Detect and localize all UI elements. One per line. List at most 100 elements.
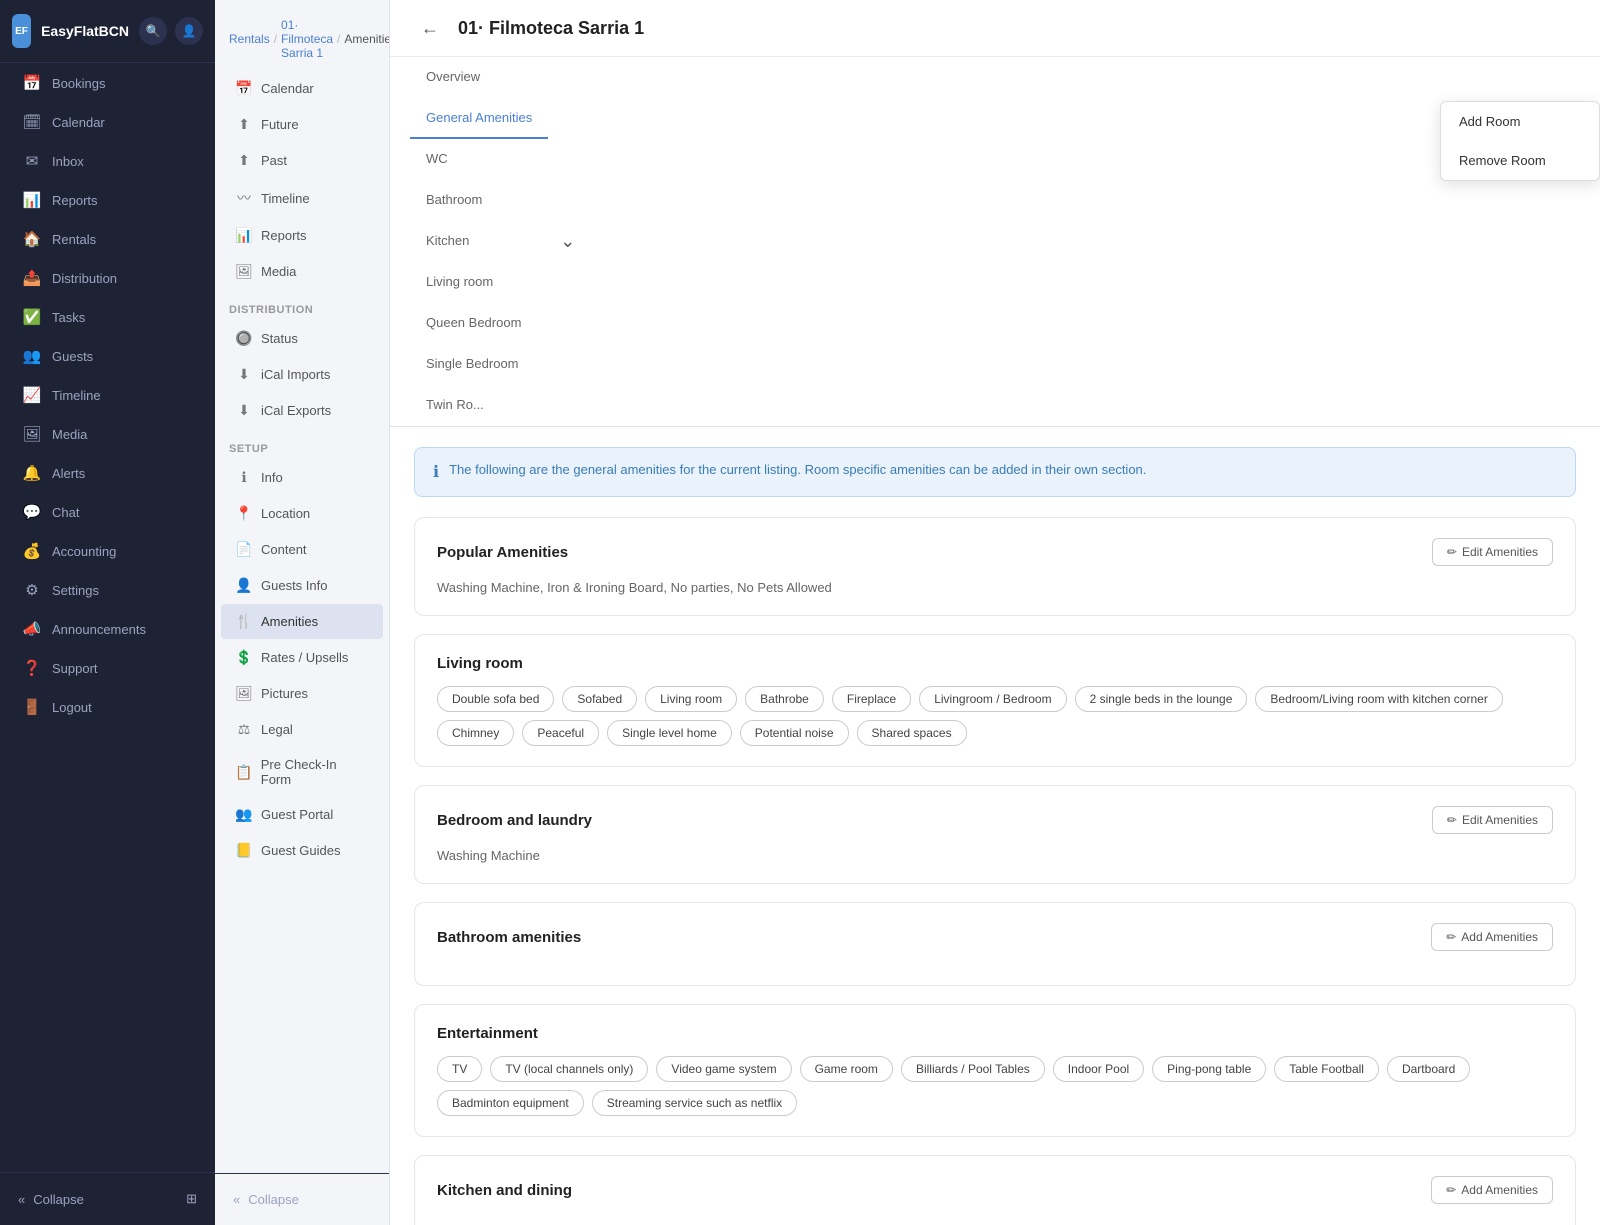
sidebar-label-logout: Logout [52, 700, 92, 715]
living-room-tags: Double sofa bedSofabedLiving roomBathrob… [437, 686, 1553, 746]
panel-label-ical-imports: iCal Imports [261, 367, 330, 382]
media-panel-icon: 🖼 [235, 263, 253, 280]
tab-overflow-button[interactable]: ⌄ [552, 223, 583, 260]
kitchen-dining-add-button[interactable]: ✏ Add Amenities [1431, 1176, 1553, 1204]
add-room-option[interactable]: Add Room [1441, 102, 1599, 141]
sidebar-item-tasks[interactable]: ✅Tasks [6, 298, 209, 336]
list-item: Ping-pong table [1152, 1056, 1266, 1082]
kitchen-dining-header: Kitchen and dining ✏ Add Amenities [437, 1176, 1553, 1204]
panel-item-location[interactable]: 📍Location [221, 496, 383, 531]
section-label-distribution: Distribution [215, 290, 389, 320]
pencil-icon-2: ✏ [1447, 813, 1457, 827]
list-item: Bedroom/Living room with kitchen corner [1255, 686, 1502, 712]
sidebar-item-logout[interactable]: 🚪Logout [6, 688, 209, 726]
sidebar-item-distribution[interactable]: 📤Distribution [6, 259, 209, 297]
calendar-panel-icon: 📅 [235, 80, 253, 97]
sidebar-item-settings[interactable]: ⚙Settings [6, 571, 209, 609]
guest-portal-panel-icon: 👥 [235, 806, 253, 823]
panel-item-info[interactable]: ℹInfo [221, 460, 383, 495]
tab-bathroom[interactable]: Bathroom [410, 180, 548, 221]
tab-twin-room[interactable]: Twin Ro... [410, 385, 548, 426]
entertainment-card: Entertainment TVTV (local channels only)… [414, 1004, 1576, 1137]
list-item: Indoor Pool [1053, 1056, 1144, 1082]
bedroom-laundry-edit-button[interactable]: ✏ Edit Amenities [1432, 806, 1553, 834]
panel-item-timeline[interactable]: 〰 Timeline [221, 179, 383, 217]
timeline-panel-icon: 〰 [235, 188, 253, 208]
sidebar-item-guests[interactable]: 👥Guests [6, 337, 209, 375]
sidebar-item-bookings[interactable]: 📅Bookings [6, 64, 209, 102]
list-item: Badminton equipment [437, 1090, 584, 1116]
sidebar-item-alerts[interactable]: 🔔Alerts [6, 454, 209, 492]
bedroom-laundry-value: Washing Machine [437, 848, 1553, 863]
remove-room-option[interactable]: Remove Room [1441, 141, 1599, 180]
sidebar-label-timeline: Timeline [52, 388, 101, 403]
sidebar-item-chat[interactable]: 💬Chat [6, 493, 209, 531]
tab-queen-bedroom[interactable]: Queen Bedroom [410, 303, 548, 344]
tab-single-bedroom[interactable]: Single Bedroom [410, 344, 548, 385]
sidebar-label-reports: Reports [52, 193, 98, 208]
search-icon[interactable]: 🔍 [139, 17, 167, 45]
panel-label-guest-portal: Guest Portal [261, 807, 333, 822]
panel-item-guest-guides[interactable]: 📒Guest Guides [221, 833, 383, 868]
panel-item-amenities[interactable]: 🍴Amenities [221, 604, 383, 639]
sidebar-item-media[interactable]: 🖼Media [6, 415, 209, 453]
tab-overview[interactable]: Overview [410, 57, 548, 98]
tab-general-amenities[interactable]: General Amenities [410, 98, 548, 139]
sidebar-item-announcements[interactable]: 📣Announcements [6, 610, 209, 648]
panel-item-content[interactable]: 📄Content [221, 532, 383, 567]
sidebar-label-announcements: Announcements [52, 622, 146, 637]
collapse-arrows-icon-2: « [233, 1192, 240, 1207]
second-panel-footer: « Collapse [215, 1173, 389, 1225]
sidebar-collapse-button[interactable]: « Collapse ⊞ [6, 1183, 209, 1215]
panel-item-pictures[interactable]: 🖼Pictures [221, 676, 383, 711]
panel-item-guest-portal[interactable]: 👥 Guest Portal [221, 797, 383, 832]
panel-item-past[interactable]: ⬆Past [221, 143, 383, 178]
sidebar-item-reports[interactable]: 📊Reports [6, 181, 209, 219]
bathroom-add-button[interactable]: ✏ Add Amenities [1431, 923, 1553, 951]
list-item: Table Football [1274, 1056, 1379, 1082]
sidebar-item-support[interactable]: ❓Support [6, 649, 209, 687]
main-content: ← 01· Filmoteca Sarria 1 OverviewGeneral… [390, 0, 1600, 1225]
list-item: Peaceful [522, 720, 599, 746]
past-panel-icon: ⬆ [235, 152, 253, 169]
panel-label-legal: Legal [261, 722, 293, 737]
inbox-icon: ✉ [22, 152, 42, 170]
sidebar-label-guests: Guests [52, 349, 93, 364]
section-label-setup: Setup [215, 429, 389, 459]
panel-item-pre-checkin[interactable]: 📋Pre Check-In Form [221, 748, 383, 796]
panel-item-legal[interactable]: ⚖Legal [221, 712, 383, 747]
panel-item-reports[interactable]: 📊Reports [221, 218, 383, 253]
entertainment-title: Entertainment [437, 1025, 538, 1042]
list-item: Video game system [656, 1056, 791, 1082]
breadcrumb-property[interactable]: 01· Filmoteca Sarria 1 [281, 18, 333, 60]
panel-item-ical-imports[interactable]: ⬇iCal Imports [221, 357, 383, 392]
user-avatar[interactable]: 👤 [175, 17, 203, 45]
panel-item-guests-info[interactable]: 👤Guests Info [221, 568, 383, 603]
panel-item-status[interactable]: 🔘Status [221, 321, 383, 356]
sidebar-item-rentals[interactable]: 🏠Rentals [6, 220, 209, 258]
sidebar-item-accounting[interactable]: 💰Accounting [6, 532, 209, 570]
sidebar-item-calendar[interactable]: 🗓Calendar [6, 103, 209, 141]
tab-living-room[interactable]: Living room [410, 262, 548, 303]
panel-item-ical-exports[interactable]: ⬇iCal Exports [221, 393, 383, 428]
bathroom-amenities-header: Bathroom amenities ✏ Add Amenities [437, 923, 1553, 951]
info-icon: ℹ [433, 462, 439, 482]
sidebar-item-timeline[interactable]: 📈 Timeline [6, 376, 209, 414]
popular-edit-button[interactable]: ✏ Edit Amenities [1432, 538, 1553, 566]
breadcrumb-rentals[interactable]: Rentals [229, 32, 270, 46]
app-name: EasyFlatBCN [41, 23, 129, 39]
second-panel-collapse-button[interactable]: « Collapse [221, 1184, 383, 1215]
sidebar-label-alerts: Alerts [52, 466, 85, 481]
timeline-icon: 📈 [22, 386, 42, 404]
tab-wc[interactable]: WC [410, 139, 548, 180]
pencil-icon-4: ✏ [1446, 1183, 1456, 1197]
panel-item-calendar[interactable]: 📅Calendar [221, 71, 383, 106]
panel-item-future[interactable]: ⬆Future [221, 107, 383, 142]
panel-item-media[interactable]: 🖼Media [221, 254, 383, 289]
back-button[interactable]: ← [414, 12, 446, 44]
panel-label-timeline: Timeline [261, 191, 310, 206]
tab-kitchen[interactable]: Kitchen [410, 221, 548, 262]
sidebar-item-inbox[interactable]: ✉Inbox [6, 142, 209, 180]
panel-item-rates-upsells[interactable]: 💲Rates / Upsells [221, 640, 383, 675]
tabs-container: OverviewGeneral AmenitiesWCBathroomKitch… [410, 57, 548, 426]
